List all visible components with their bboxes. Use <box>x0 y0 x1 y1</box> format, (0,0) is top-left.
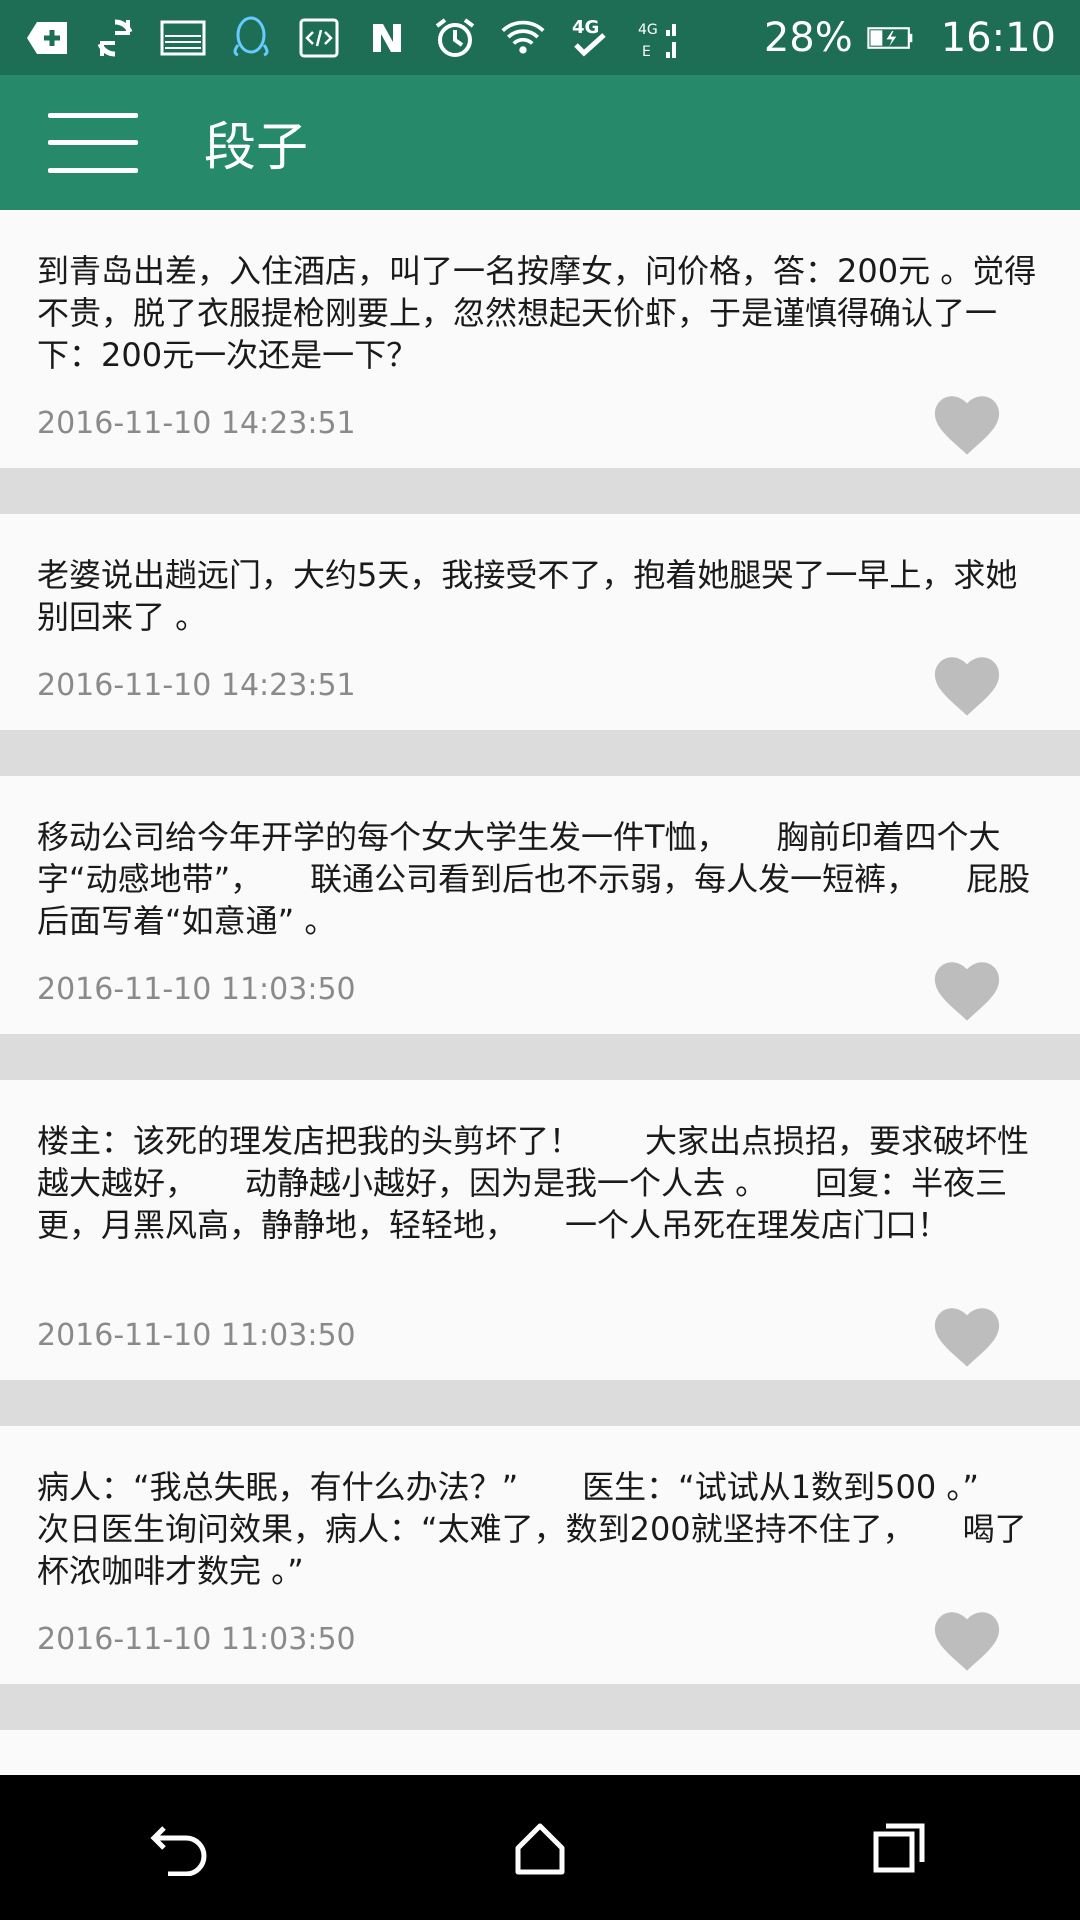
joke-card[interactable]: 到青岛出差，入住酒店，叫了一名按摩女，问价格，答：200元 。觉得不贵，脱了衣服… <box>0 210 1080 468</box>
nfc-icon <box>364 15 410 61</box>
back-icon <box>150 1825 207 1876</box>
like-heart-icon[interactable] <box>932 959 1002 1021</box>
navigation-bar <box>0 1775 1080 1920</box>
svg-text:4G: 4G <box>572 17 599 38</box>
app-bar: 段子 <box>0 75 1080 210</box>
home-icon <box>515 1823 565 1874</box>
joke-timestamp: 2016-11-10 11:03:50 <box>37 972 356 1007</box>
battery-percent: 28% <box>763 14 853 61</box>
joke-card[interactable]: 移动公司给今年开学的每个女大学生发一件T恤， 胸前印着四个大字“动感地带”， 联… <box>0 776 1080 1034</box>
like-heart-icon[interactable] <box>932 393 1002 455</box>
joke-feed[interactable]: 到青岛出差，入住酒店，叫了一名按摩女，问价格，答：200元 。觉得不贵，脱了衣服… <box>0 210 1080 1775</box>
page-title: 段子 <box>204 118 309 178</box>
hamburger-line <box>48 112 138 118</box>
notification-icons: 4G 4G E <box>24 15 764 61</box>
battery-icon <box>867 15 913 61</box>
sync-icon <box>92 15 138 61</box>
hamburger-line <box>48 167 138 173</box>
joke-card[interactable]: 楼主：该死的理发店把我的头剪坏了！ 大家出点损招，要求破坏性越大越好， 动静越小… <box>0 1080 1080 1380</box>
joke-card[interactable] <box>0 1730 1080 1775</box>
4g-check-icon: 4G <box>568 15 614 61</box>
back-button[interactable] <box>120 1788 240 1908</box>
code-icon <box>296 15 342 61</box>
joke-card[interactable]: 老婆说出趟远门，大约5天，我接受不了，抱着她腿哭了一早上，求她别回来了 。 20… <box>0 514 1080 730</box>
home-button[interactable] <box>480 1788 600 1908</box>
recents-icon <box>873 1823 925 1872</box>
signal-icon: 4G E <box>636 15 682 61</box>
clock: 16:10 <box>940 14 1056 61</box>
joke-card[interactable]: 病人：“我总失眠，有什么办法？” 医生：“试试从1数到500 。” 次日医生询问… <box>0 1426 1080 1684</box>
joke-text: 老婆说出趟远门，大约5天，我接受不了，抱着她腿哭了一早上，求她别回来了 。 <box>37 556 1018 636</box>
joke-timestamp: 2016-11-10 11:03:50 <box>37 1622 356 1657</box>
like-heart-icon[interactable] <box>932 1305 1002 1367</box>
like-heart-icon[interactable] <box>932 1609 1002 1671</box>
joke-timestamp: 2016-11-10 14:23:51 <box>37 668 356 703</box>
menu-button[interactable] <box>48 112 138 173</box>
joke-text: 病人：“我总失眠，有什么办法？” 医生：“试试从1数到500 。” 次日医生询问… <box>37 1468 1043 1590</box>
svg-text:E: E <box>642 44 651 60</box>
wifi-icon <box>500 15 546 61</box>
joke-text: 移动公司给今年开学的每个女大学生发一件T恤， 胸前印着四个大字“动感地带”， 联… <box>37 818 1031 940</box>
status-right: 28% 16:10 <box>764 15 1056 61</box>
joke-timestamp: 2016-11-10 11:03:50 <box>37 1318 356 1353</box>
recents-button[interactable] <box>840 1788 960 1908</box>
svg-text:4G: 4G <box>638 22 658 38</box>
hamburger-line <box>48 140 138 145</box>
add-box-icon <box>24 15 70 61</box>
alarm-icon <box>432 15 478 61</box>
status-bar: 4G 4G E 28% 16:10 <box>0 0 1080 75</box>
image-icon <box>160 15 206 61</box>
joke-text: 楼主：该死的理发店把我的头剪坏了！ 大家出点损招，要求破坏性越大越好， 动静越小… <box>37 1122 1030 1244</box>
like-heart-icon[interactable] <box>932 654 1002 716</box>
joke-timestamp: 2016-11-10 14:23:51 <box>37 406 356 441</box>
qq-icon <box>228 15 274 61</box>
joke-text: 到青岛出差，入住酒店，叫了一名按摩女，问价格，答：200元 。觉得不贵，脱了衣服… <box>37 252 1037 374</box>
